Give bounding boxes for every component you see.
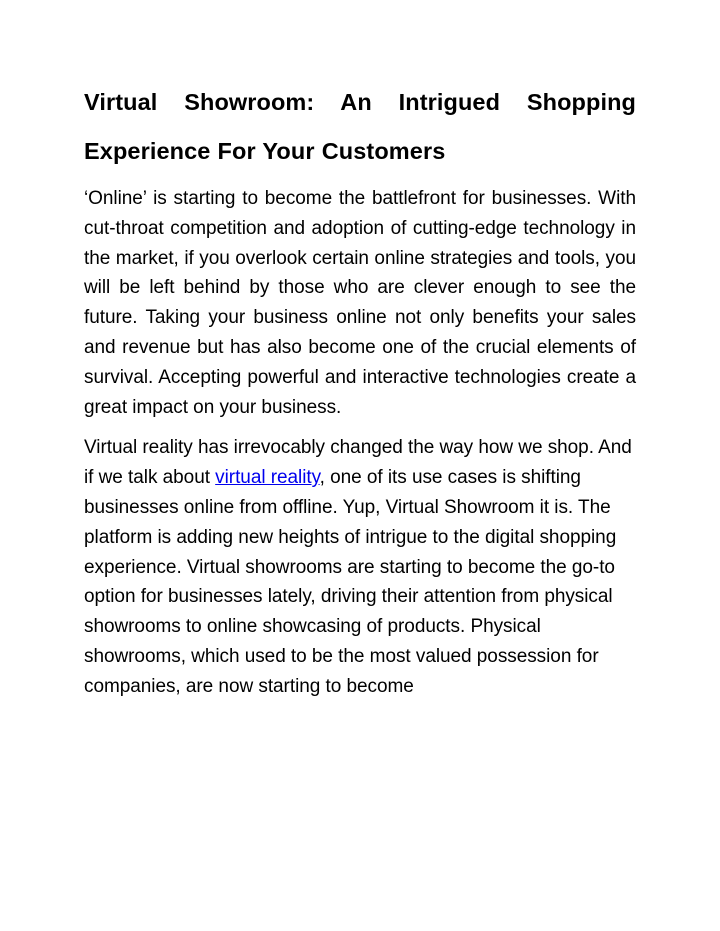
document-content: Virtual Showroom: An Intrigued Shopping … bbox=[84, 78, 636, 931]
page-bottom-whitespace bbox=[84, 702, 636, 931]
body-paragraph-1: ‘Online’ is starting to become the battl… bbox=[84, 188, 636, 418]
body-paragraph-2: Virtual reality has irrevocably changed … bbox=[84, 433, 636, 701]
page-title: Virtual Showroom: An Intrigued Shopping … bbox=[84, 89, 636, 164]
paragraph-2-text-after-link: , one of its use cases is shifting busin… bbox=[84, 467, 617, 697]
document-page: Virtual Showroom: An Intrigued Shopping … bbox=[0, 0, 720, 931]
virtual-reality-link[interactable]: virtual reality bbox=[215, 467, 320, 488]
